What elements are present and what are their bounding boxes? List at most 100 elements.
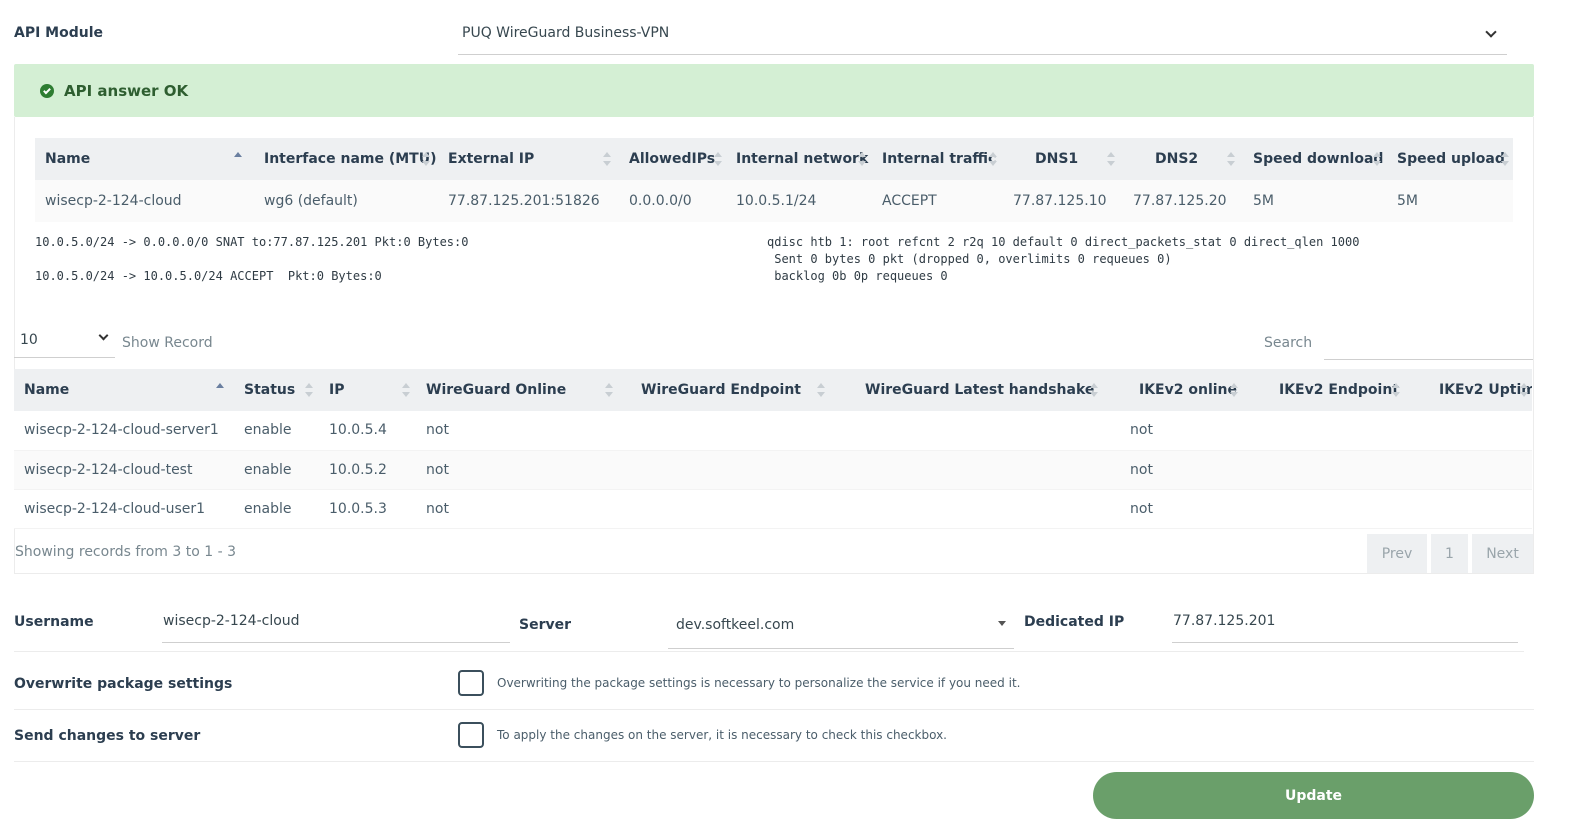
send-changes-checkbox[interactable] bbox=[458, 722, 484, 748]
dedicated-ip-field[interactable]: 77.87.125.201 bbox=[1172, 604, 1518, 643]
clients-table-wrap: Name Status IP WireGuard Online WireGuar… bbox=[14, 369, 1532, 529]
sort-icon bbox=[402, 383, 410, 397]
qdisc-line: backlog 0b 0p requeues 0 bbox=[767, 269, 948, 283]
iface-col-dns1[interactable]: DNS1 bbox=[1003, 138, 1123, 180]
iface-col-interface[interactable]: Interface name (MTU) bbox=[254, 138, 438, 180]
send-changes-label: Send changes to server bbox=[14, 728, 201, 744]
update-button[interactable]: Update bbox=[1093, 772, 1534, 819]
check-circle-icon bbox=[40, 84, 54, 98]
clients-col-ikev2-uptime[interactable]: IKEv2 Uptime bbox=[1406, 369, 1532, 411]
table-cell bbox=[627, 489, 843, 529]
clients-col-wg-online[interactable]: WireGuard Online bbox=[416, 369, 627, 411]
table-cell: enable bbox=[234, 450, 319, 490]
table-cell: not bbox=[1106, 411, 1246, 451]
table-cell: enable bbox=[234, 411, 319, 451]
send-changes-help: To apply the changes on the server, it i… bbox=[497, 728, 947, 742]
dedicated-ip-label: Dedicated IP bbox=[1024, 614, 1125, 630]
server-value: dev.softkeel.com bbox=[676, 617, 795, 633]
table-cell: 77.87.125.10 bbox=[1003, 180, 1123, 222]
iface-col-name[interactable]: Name bbox=[35, 138, 254, 180]
table-cell: 5M bbox=[1243, 180, 1387, 222]
iface-col-external-ip[interactable]: External IP bbox=[438, 138, 619, 180]
table-cell bbox=[1246, 411, 1406, 451]
next-button[interactable]: Next bbox=[1472, 534, 1533, 573]
sort-icon bbox=[1392, 383, 1400, 397]
table-cell: 10.0.5.1/24 bbox=[726, 180, 872, 222]
sort-asc-icon bbox=[216, 383, 224, 397]
table-row: wisecp-2-124-cloud-server1 enable 10.0.5… bbox=[14, 411, 1532, 451]
table-cell: wisecp-2-124-cloud-user1 bbox=[14, 489, 234, 529]
api-module-select[interactable]: PUQ WireGuard Business-VPN bbox=[458, 20, 1507, 55]
clients-table: Name Status IP WireGuard Online WireGuar… bbox=[14, 369, 1532, 529]
table-cell: wisecp-2-124-cloud-server1 bbox=[14, 411, 234, 451]
table-cell: 10.0.5.2 bbox=[319, 450, 416, 490]
page-size-value: 10 bbox=[20, 332, 38, 348]
overwrite-help: Overwriting the package settings is nece… bbox=[497, 676, 1021, 690]
page-size-select[interactable]: 10 bbox=[14, 326, 115, 358]
table-cell: 10.0.5.4 bbox=[319, 411, 416, 451]
chevron-down-icon bbox=[1485, 26, 1497, 38]
sort-icon bbox=[858, 152, 866, 166]
table-cell: enable bbox=[234, 489, 319, 529]
sort-icon bbox=[1227, 152, 1235, 166]
table-cell bbox=[1406, 450, 1532, 490]
table-cell: not bbox=[416, 489, 627, 529]
iface-col-dns2[interactable]: DNS2 bbox=[1123, 138, 1243, 180]
table-cell: wg6 (default) bbox=[254, 180, 438, 222]
table-cell: 10.0.5.3 bbox=[319, 489, 416, 529]
table-cell: not bbox=[1106, 450, 1246, 490]
clients-col-status[interactable]: Status bbox=[234, 369, 319, 411]
sort-icon bbox=[989, 152, 997, 166]
show-record-label: Show Record bbox=[122, 335, 213, 351]
dedicated-ip-value: 77.87.125.201 bbox=[1173, 613, 1276, 629]
page-number-button[interactable]: 1 bbox=[1431, 534, 1468, 573]
iface-col-allowed-ips[interactable]: AllowedIPs bbox=[619, 138, 726, 180]
clients-col-wg-handshake[interactable]: WireGuard Latest handshake bbox=[843, 369, 1106, 411]
table-cell: 77.87.125.20 bbox=[1123, 180, 1243, 222]
username-label: Username bbox=[14, 614, 94, 630]
iface-col-internal-traffic[interactable]: Internal traffic bbox=[872, 138, 1003, 180]
nat-rule: 10.0.5.0/24 -> 0.0.0.0/0 SNAT to:77.87.1… bbox=[35, 235, 469, 249]
iface-col-speed-download[interactable]: Speed download bbox=[1243, 138, 1387, 180]
table-row: wisecp-2-124-cloud-test enable 10.0.5.2 … bbox=[14, 450, 1532, 490]
sort-icon bbox=[1501, 152, 1509, 166]
clients-col-wg-endpoint[interactable]: WireGuard Endpoint bbox=[627, 369, 843, 411]
sort-icon bbox=[305, 383, 313, 397]
clients-col-ip[interactable]: IP bbox=[319, 369, 416, 411]
iface-col-internal-network[interactable]: Internal network bbox=[726, 138, 872, 180]
table-cell: wisecp-2-124-cloud-test bbox=[14, 450, 234, 490]
table-cell: 0.0.0.0/0 bbox=[619, 180, 726, 222]
qdisc-line: qdisc htb 1: root refcnt 2 r2q 10 defaul… bbox=[767, 235, 1360, 249]
sort-icon bbox=[1107, 152, 1115, 166]
table-cell bbox=[843, 450, 1106, 490]
sort-icon bbox=[603, 152, 611, 166]
prev-button[interactable]: Prev bbox=[1367, 534, 1427, 573]
username-field[interactable]: wisecp-2-124-cloud bbox=[162, 604, 510, 643]
search-input[interactable] bbox=[1324, 326, 1533, 360]
divider bbox=[14, 709, 1534, 710]
table-cell bbox=[627, 450, 843, 490]
alert-text: API answer OK bbox=[64, 82, 189, 100]
interface-table: Name Interface name (MTU) External IP Al… bbox=[35, 138, 1513, 222]
interface-header-row: Name Interface name (MTU) External IP Al… bbox=[35, 138, 1513, 180]
clients-col-name[interactable]: Name bbox=[14, 369, 234, 411]
clients-header-row: Name Status IP WireGuard Online WireGuar… bbox=[14, 369, 1532, 411]
records-info: Showing records from 3 to 1 - 3 bbox=[15, 544, 236, 560]
overwrite-checkbox[interactable] bbox=[458, 670, 484, 696]
iface-col-speed-upload[interactable]: Speed upload bbox=[1387, 138, 1513, 180]
sort-icon bbox=[422, 152, 430, 166]
server-select[interactable]: dev.softkeel.com bbox=[668, 605, 1014, 649]
interface-table-wrap: Name Interface name (MTU) External IP Al… bbox=[35, 138, 1513, 222]
api-module-selected: PUQ WireGuard Business-VPN bbox=[462, 25, 670, 41]
table-cell: 5M bbox=[1387, 180, 1513, 222]
api-status-alert: API answer OK bbox=[14, 64, 1534, 117]
table-cell bbox=[843, 489, 1106, 529]
clients-col-ikev2-online[interactable]: IKEv2 online bbox=[1106, 369, 1246, 411]
table-cell: ACCEPT bbox=[872, 180, 1003, 222]
table-cell: wisecp-2-124-cloud bbox=[35, 180, 254, 222]
divider bbox=[14, 761, 1534, 762]
clients-col-ikev2-endpoint[interactable]: IKEv2 Endpoint bbox=[1246, 369, 1406, 411]
table-cell bbox=[1406, 411, 1532, 451]
sort-asc-icon bbox=[234, 152, 242, 166]
sort-icon bbox=[714, 152, 722, 166]
